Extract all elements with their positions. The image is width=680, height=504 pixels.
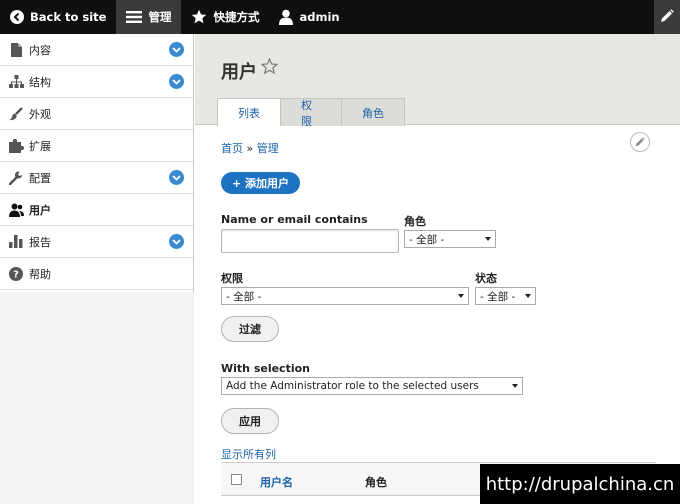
sidebar-item-label: 结构 bbox=[29, 75, 51, 89]
sidebar-item-structure[interactable]: 结构 bbox=[0, 66, 193, 98]
wrench-icon bbox=[8, 171, 24, 185]
help-icon: ? bbox=[8, 266, 24, 281]
role-filter-label: 角色 bbox=[404, 215, 426, 228]
add-user-button[interactable]: + 添加用户 bbox=[221, 172, 301, 194]
site-watermark: http://drupalchina.cn bbox=[480, 464, 680, 504]
toolbar-user[interactable]: admin bbox=[269, 0, 349, 34]
column-roles: 角色 bbox=[365, 476, 387, 489]
dropdown-arrow-icon bbox=[512, 384, 518, 388]
toolbar-user-label: admin bbox=[299, 10, 340, 24]
star-icon bbox=[191, 9, 207, 25]
toolbar-manage[interactable]: 管理 bbox=[116, 0, 182, 34]
back-to-site-label: Back to site bbox=[30, 10, 107, 24]
people-icon bbox=[8, 203, 24, 217]
sidebar-item-label: 配置 bbox=[29, 171, 51, 185]
sidebar-item-help[interactable]: ? 帮助 bbox=[0, 258, 193, 290]
column-username[interactable]: 用户名 bbox=[260, 474, 293, 490]
sidebar-item-content[interactable]: 内容 bbox=[0, 34, 193, 66]
filter-button[interactable]: 过滤 bbox=[221, 316, 279, 342]
with-selection-label: With selection bbox=[221, 362, 310, 375]
role-select[interactable]: - 全部 - bbox=[404, 230, 496, 248]
sidebar-item-extend[interactable]: 扩展 bbox=[0, 130, 193, 162]
brush-icon bbox=[8, 106, 24, 121]
sidebar-item-label: 外观 bbox=[29, 107, 51, 121]
back-to-site-link[interactable]: Back to site bbox=[0, 0, 116, 34]
sidebar-item-label: 帮助 bbox=[29, 267, 51, 281]
breadcrumb-separator: » bbox=[246, 142, 254, 155]
tab-bar: 列表 权限 角色 bbox=[217, 98, 405, 128]
puzzle-icon bbox=[8, 138, 24, 153]
chevron-down-icon[interactable] bbox=[169, 42, 184, 57]
dropdown-arrow-icon bbox=[458, 294, 464, 298]
sidebar-item-appearance[interactable]: 外观 bbox=[0, 98, 193, 130]
svg-text:?: ? bbox=[13, 269, 19, 280]
tab-roles[interactable]: 角色 bbox=[341, 98, 405, 126]
permission-select[interactable]: - 全部 - bbox=[221, 287, 469, 305]
apply-button[interactable]: 应用 bbox=[221, 408, 279, 434]
status-filter-label: 状态 bbox=[475, 272, 497, 285]
sidebar-item-reports[interactable]: 报告 bbox=[0, 226, 193, 258]
sitemap-icon bbox=[8, 75, 24, 88]
page-title: 用户 bbox=[221, 62, 257, 83]
chevron-down-icon[interactable] bbox=[169, 74, 184, 89]
show-all-columns-link[interactable]: 显示所有列 bbox=[221, 446, 276, 462]
tab-permissions[interactable]: 权限 bbox=[280, 98, 342, 128]
dropdown-arrow-icon bbox=[525, 294, 531, 298]
sidebar-item-config[interactable]: 配置 bbox=[0, 162, 193, 194]
name-or-email-input[interactable] bbox=[221, 229, 399, 253]
page-header: 用户 列表 权限 角色 bbox=[195, 34, 680, 128]
bar-chart-icon bbox=[8, 235, 24, 248]
tab-list[interactable]: 列表 bbox=[217, 98, 281, 126]
pencil-icon bbox=[660, 8, 674, 26]
name-filter-label: Name or email contains bbox=[221, 213, 368, 226]
file-icon bbox=[8, 42, 24, 57]
pencil-icon[interactable] bbox=[630, 132, 650, 152]
breadcrumb-manage-link[interactable]: 管理 bbox=[257, 142, 279, 155]
select-all-checkbox[interactable] bbox=[231, 474, 242, 485]
breadcrumb-home-link[interactable]: 首页 bbox=[221, 142, 243, 155]
sidebar-item-label: 用户 bbox=[29, 203, 51, 217]
dropdown-arrow-icon bbox=[485, 237, 491, 241]
menu-icon bbox=[126, 10, 143, 24]
sidebar-item-label: 报告 bbox=[29, 235, 51, 249]
chevron-down-icon[interactable] bbox=[169, 234, 184, 249]
permission-filter-label: 权限 bbox=[221, 272, 243, 285]
breadcrumb: 首页 » 管理 bbox=[221, 140, 279, 156]
star-outline-icon[interactable] bbox=[260, 57, 279, 78]
admin-toolbar: Back to site 管理 快捷方式 admin bbox=[0, 0, 680, 34]
toolbar-shortcuts-label: 快捷方式 bbox=[213, 10, 260, 24]
sidebar-item-label: 扩展 bbox=[29, 139, 51, 153]
sidebar-item-people[interactable]: 用户 bbox=[0, 194, 193, 226]
main-content: 首页 » 管理 + 添加用户 Name or email contains 角色… bbox=[195, 125, 680, 504]
admin-sidebar: 内容 结构 外观 扩展 配置 用户 报告 ? 帮助 bbox=[0, 34, 194, 504]
chevron-down-icon[interactable] bbox=[169, 170, 184, 185]
status-select[interactable]: - 全部 - bbox=[475, 287, 536, 305]
toolbar-shortcuts[interactable]: 快捷方式 bbox=[181, 0, 269, 34]
sidebar-item-label: 内容 bbox=[29, 43, 51, 57]
bulk-action-select[interactable]: Add the Administrator role to the select… bbox=[221, 377, 523, 395]
arrow-left-circle-icon bbox=[10, 10, 24, 24]
user-icon bbox=[279, 9, 294, 25]
toolbar-edit-button[interactable] bbox=[654, 0, 680, 34]
toolbar-manage-label: 管理 bbox=[148, 10, 172, 24]
